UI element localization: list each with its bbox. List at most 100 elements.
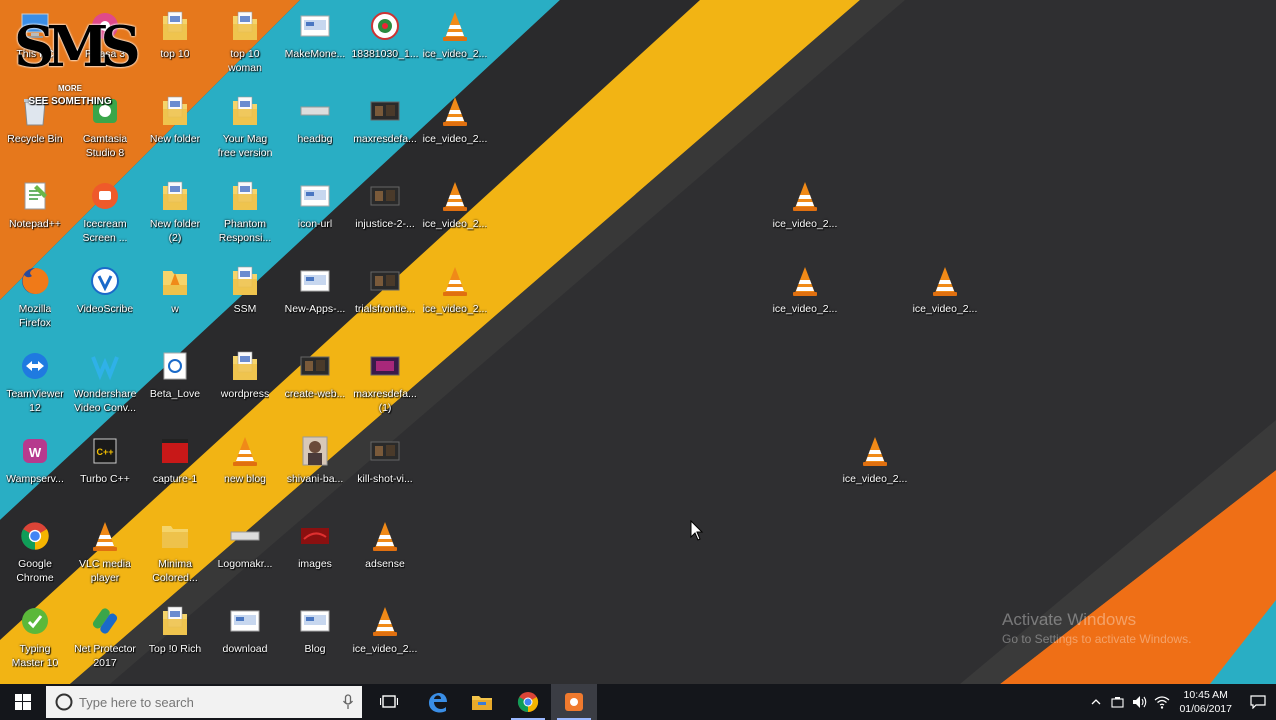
desktop-icon[interactable]: Your Mag free version <box>209 93 281 160</box>
action-center-button[interactable] <box>1240 684 1276 720</box>
watermark-more: MORE <box>58 84 82 93</box>
microphone-icon[interactable] <box>342 694 354 710</box>
beta-icon <box>157 348 193 384</box>
desktop-icon-label: VideoScribe <box>76 303 134 315</box>
desktop-icon[interactable]: VLC media player <box>69 518 141 585</box>
desktop-icon[interactable]: MakeMone... <box>279 8 351 61</box>
desktop-icon[interactable]: ice_video_2... <box>769 263 841 316</box>
vlc-icon <box>437 8 473 44</box>
desktop-icon[interactable]: wordpress <box>209 348 281 401</box>
desktop-icon[interactable]: Top !0 Rich <box>139 603 211 656</box>
desktop-icon[interactable]: Logomakr... <box>209 518 281 571</box>
desktop-icon-label: create-web... <box>284 388 346 400</box>
desktop-icon[interactable]: top 10 <box>139 8 211 61</box>
desktop-icon-label: VLC media player <box>79 558 131 584</box>
desktop-icon[interactable]: ice_video_2... <box>419 8 491 61</box>
desktop-icon[interactable]: C++ Turbo C++ <box>69 433 141 486</box>
desktop-icon-label: ice_video_2... <box>422 133 488 145</box>
image-dark-icon <box>367 433 403 469</box>
desktop-icon[interactable]: Wondershare Video Conv... <box>69 348 141 415</box>
desktop-icon[interactable]: ice_video_2... <box>419 93 491 146</box>
desktop-icon-label: New-Apps-... <box>284 303 346 315</box>
desktop-icon[interactable]: New folder (2) <box>139 178 211 245</box>
desktop-icon[interactable]: trialsfrontie... <box>349 263 421 316</box>
desktop-icon[interactable]: create-web... <box>279 348 351 401</box>
desktop-icon[interactable]: SSM <box>209 263 281 316</box>
desktop-icon[interactable]: New folder <box>139 93 211 146</box>
desktop-icon[interactable]: ice_video_2... <box>909 263 981 316</box>
desktop-icon-label: headbg <box>297 133 333 145</box>
desktop-icon-label: Beta_Love <box>149 388 201 400</box>
desktop-icon-label: Mozilla Firefox <box>18 303 52 329</box>
folder-doc-icon <box>157 93 193 129</box>
start-button[interactable] <box>0 684 46 720</box>
network-button[interactable] <box>1151 684 1173 720</box>
volume-button[interactable] <box>1129 684 1151 720</box>
desktop-icon[interactable]: kill-shot-vi... <box>349 433 421 486</box>
desktop-icon[interactable]: injustice-2-... <box>349 178 421 231</box>
taskbar-chrome-button[interactable] <box>505 684 551 720</box>
vlc-icon <box>437 178 473 214</box>
desktop-icon[interactable]: maxresdefa... (1) <box>349 348 421 415</box>
desktop-icon[interactable]: ice_video_2... <box>839 433 911 486</box>
battery-button[interactable] <box>1107 684 1129 720</box>
task-view-button[interactable] <box>366 684 412 720</box>
desktop-icon-label: ice_video_2... <box>842 473 908 485</box>
desktop-icon[interactable]: W Wampserv... <box>0 433 71 486</box>
desktop-icon-label: kill-shot-vi... <box>357 473 413 485</box>
desktop-icon-label: download <box>222 643 268 655</box>
desktop-icon-label: images <box>298 558 332 570</box>
desktop-icon[interactable]: headbg <box>279 93 351 146</box>
desktop-icon[interactable]: New-Apps-... <box>279 263 351 316</box>
taskbar-search-box[interactable]: Type here to search <box>46 686 362 718</box>
desktop-icon[interactable]: w <box>139 263 211 316</box>
image-dark-icon <box>367 93 403 129</box>
taskbar-recorder-button[interactable] <box>551 684 597 720</box>
desktop-icon-label: TeamViewer 12 <box>6 388 64 414</box>
desktop-icon-label: Notepad++ <box>9 218 61 230</box>
show-hidden-icons-button[interactable] <box>1085 684 1107 720</box>
desktop-icon[interactable]: ice_video_2... <box>419 178 491 231</box>
desktop-icon[interactable]: Minima Colored... <box>139 518 211 585</box>
desktop-icon-label: capture-1 <box>152 473 198 485</box>
desktop-icon[interactable]: Mozilla Firefox <box>0 263 71 330</box>
desktop-icon[interactable]: capture-1 <box>139 433 211 486</box>
desktop-icon[interactable]: maxresdefa... <box>349 93 421 146</box>
search-placeholder: Type here to search <box>79 694 194 710</box>
desktop-icon[interactable]: download <box>209 603 281 656</box>
watermark-letters: SMS <box>14 14 141 80</box>
desktop-icon[interactable]: adsense <box>349 518 421 571</box>
desktop-icon[interactable]: Icecream Screen ... <box>69 178 141 245</box>
taskbar-edge-button[interactable] <box>414 684 460 720</box>
taskbar-file-explorer-button[interactable] <box>459 684 505 720</box>
desktop-icon[interactable]: Notepad++ <box>0 178 71 231</box>
desktop-icon[interactable]: top 10 woman <box>209 8 281 75</box>
desktop-icon[interactable]: images <box>279 518 351 571</box>
desktop-icon[interactable]: VideoScribe <box>69 263 141 316</box>
desktop-icon[interactable]: new blog <box>209 433 281 486</box>
image-thin-icon <box>227 518 263 554</box>
desktop-icon[interactable]: Net Protector 2017 <box>69 603 141 670</box>
desktop-icon[interactable]: Google Chrome <box>0 518 71 585</box>
vlc-icon <box>437 93 473 129</box>
desktop-icon-label: maxresdefa... <box>353 133 417 145</box>
folder-doc-icon <box>227 263 263 299</box>
desktop-icon[interactable]: ice_video_2... <box>349 603 421 656</box>
desktop-icon[interactable]: shivani-ba... <box>279 433 351 486</box>
chrome-icon <box>517 692 539 713</box>
image-red-icon <box>297 518 333 554</box>
vlc-icon <box>787 178 823 214</box>
vlc-icon <box>367 518 403 554</box>
taskbar-clock[interactable]: 10:45 AM 01/06/2017 <box>1179 688 1232 716</box>
desktop-icon[interactable]: ice_video_2... <box>419 263 491 316</box>
desktop-icon[interactable]: 18381030_1... <box>349 8 421 61</box>
desktop-icon[interactable]: icon-url <box>279 178 351 231</box>
desktop-icon[interactable]: Blog <box>279 603 351 656</box>
desktop-icon-label: 18381030_1... <box>351 48 419 60</box>
desktop-icon[interactable]: Beta_Love <box>139 348 211 401</box>
desktop-icon[interactable]: Phantom Responsi... <box>209 178 281 245</box>
desktop-icon[interactable]: TeamViewer 12 <box>0 348 71 415</box>
badge-icon <box>367 8 403 44</box>
desktop-icon[interactable]: Typing Master 10 <box>0 603 71 670</box>
desktop-icon[interactable]: ice_video_2... <box>769 178 841 231</box>
